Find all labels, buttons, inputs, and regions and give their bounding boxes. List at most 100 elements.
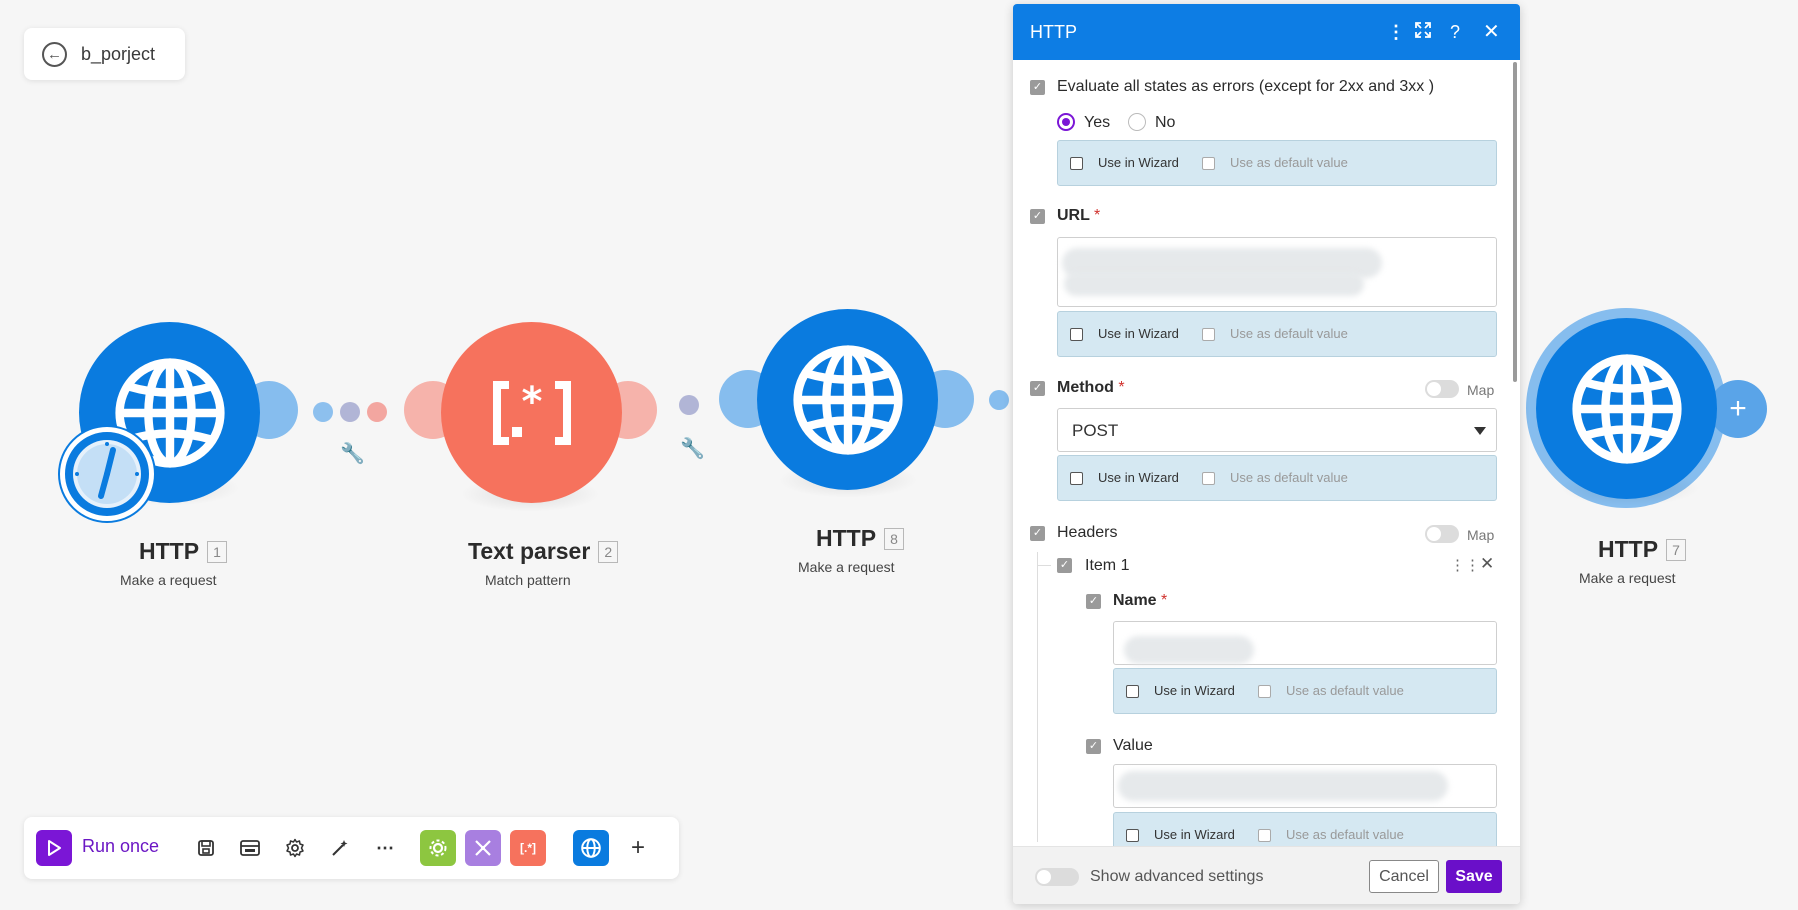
play-icon: [48, 840, 61, 856]
name-collapse-checkbox[interactable]: ✓: [1086, 594, 1101, 609]
header-value-input[interactable]: [1113, 764, 1497, 808]
module-2-text-parser[interactable]: *: [441, 322, 622, 503]
module-8-http[interactable]: [757, 309, 938, 490]
project-name: b_porject: [81, 43, 156, 64]
required-mark: *: [1118, 379, 1125, 396]
wrench-icon[interactable]: 🔧: [340, 441, 365, 466]
evaluate-label: Evaluate all states as errors (except fo…: [1057, 78, 1435, 95]
use-in-wizard-label: Use in Wizard: [1098, 326, 1179, 341]
url-input[interactable]: [1057, 237, 1497, 307]
save-icon[interactable]: [192, 834, 220, 862]
settings-gear-icon[interactable]: [281, 834, 309, 862]
more-options-icon[interactable]: ⋯: [371, 834, 399, 862]
method-map-toggle[interactable]: [1425, 380, 1459, 398]
add-plus-icon[interactable]: +: [624, 834, 652, 862]
url-collapse-checkbox[interactable]: ✓: [1030, 209, 1045, 224]
module-7-number: 7: [1666, 538, 1686, 561]
use-as-default-checkbox[interactable]: [1202, 157, 1215, 170]
svg-text:*: *: [521, 379, 542, 425]
module-2-subtitle: Match pattern: [485, 572, 571, 588]
use-in-wizard-checkbox[interactable]: [1070, 328, 1083, 341]
use-as-default-label: Use as default value: [1286, 827, 1404, 842]
run-once-button[interactable]: [36, 830, 72, 866]
use-in-wizard-checkbox[interactable]: [1126, 685, 1139, 698]
arrow-left-icon: ←: [42, 41, 67, 67]
link-dot: [679, 395, 699, 415]
module-1-title: HTTP 1: [139, 538, 227, 565]
flow-control-icon[interactable]: [465, 830, 501, 866]
yes-label: Yes: [1084, 114, 1111, 131]
tools-icon[interactable]: [420, 830, 456, 866]
item-1-collapse-checkbox[interactable]: ✓: [1057, 558, 1072, 573]
regex-icon: *: [492, 379, 571, 445]
panel-footer: Show advanced settings Cancel Save: [1013, 846, 1520, 904]
tree-branch: [1037, 565, 1051, 566]
link-dot: [313, 402, 333, 422]
link-dot: [367, 402, 387, 422]
use-as-default-checkbox[interactable]: [1258, 685, 1271, 698]
scheduling-icon[interactable]: [236, 834, 264, 862]
tree-line: [1037, 552, 1038, 842]
advanced-settings-toggle[interactable]: [1035, 868, 1079, 886]
module-7-title: HTTP 7: [1598, 536, 1686, 563]
value-label: Value: [1113, 737, 1153, 754]
use-in-wizard-label: Use in Wizard: [1154, 827, 1235, 842]
use-in-wizard-label: Use in Wizard: [1098, 155, 1179, 170]
expand-icon[interactable]: [1414, 21, 1432, 44]
text-parser-icon[interactable]: [.*]: [510, 830, 546, 866]
redacted-value: [1064, 272, 1364, 296]
use-as-default-checkbox[interactable]: [1202, 328, 1215, 341]
required-mark: *: [1094, 207, 1101, 224]
run-once-label[interactable]: Run once: [82, 836, 159, 857]
wizard-options-evaluate: Use in Wizard Use as default value: [1057, 140, 1497, 186]
item-1-label: Item 1: [1085, 557, 1130, 574]
drag-handle-icon[interactable]: ⋮⋮: [1450, 556, 1480, 574]
module-8-number: 8: [884, 527, 904, 550]
module-2-number: 2: [598, 540, 619, 563]
globe-icon: [792, 344, 903, 455]
headers-map-toggle[interactable]: [1425, 525, 1459, 543]
use-in-wizard-checkbox[interactable]: [1126, 829, 1139, 842]
use-as-default-checkbox[interactable]: [1202, 472, 1215, 485]
use-as-default-label: Use as default value: [1230, 470, 1348, 485]
module-7-http[interactable]: [1536, 318, 1717, 499]
http-globe-icon[interactable]: [573, 830, 609, 866]
project-back-button[interactable]: ← b_porject: [24, 28, 185, 80]
clock-schedule-icon[interactable]: [60, 427, 154, 521]
headers-label: Headers: [1057, 524, 1118, 541]
header-name-input[interactable]: [1113, 621, 1497, 665]
use-as-default-checkbox[interactable]: [1258, 829, 1271, 842]
yes-radio[interactable]: [1057, 113, 1075, 131]
remove-item-close-icon[interactable]: ✕: [1480, 554, 1494, 574]
module-8-subtitle: Make a request: [798, 559, 895, 575]
kebab-menu-icon[interactable]: ⋮: [1387, 21, 1405, 43]
headers-collapse-checkbox[interactable]: ✓: [1030, 526, 1045, 541]
chevron-down-icon: [1474, 427, 1486, 435]
magic-wand-icon[interactable]: [326, 834, 354, 862]
close-icon[interactable]: ✕: [1483, 21, 1500, 43]
wizard-options-name: Use in Wizard Use as default value: [1113, 668, 1497, 714]
cancel-button[interactable]: Cancel: [1369, 860, 1439, 893]
use-in-wizard-checkbox[interactable]: [1070, 472, 1083, 485]
link-dot: [989, 390, 1009, 410]
redacted-value: [1118, 771, 1448, 801]
method-collapse-checkbox[interactable]: ✓: [1030, 381, 1045, 396]
wrench-icon[interactable]: 🔧: [680, 436, 705, 461]
method-label: Method *: [1057, 379, 1125, 396]
scrollbar[interactable]: [1513, 62, 1517, 382]
use-as-default-label: Use as default value: [1286, 683, 1404, 698]
module-2-title: Text parser 2: [468, 538, 619, 565]
module-1-number: 1: [207, 540, 227, 563]
no-radio[interactable]: [1128, 113, 1146, 131]
value-collapse-checkbox[interactable]: ✓: [1086, 739, 1101, 754]
use-in-wizard-label: Use in Wizard: [1098, 470, 1179, 485]
use-in-wizard-checkbox[interactable]: [1070, 157, 1083, 170]
evaluate-collapse-checkbox[interactable]: ✓: [1030, 80, 1045, 95]
method-select[interactable]: POST: [1057, 408, 1497, 452]
add-module-plus-icon[interactable]: +: [1709, 380, 1767, 438]
help-icon[interactable]: ?: [1450, 21, 1460, 43]
module-7-subtitle: Make a request: [1579, 570, 1676, 586]
save-button[interactable]: Save: [1446, 860, 1502, 893]
http-module-settings-panel: HTTP ⋮ ? ✕ ✓ Evaluate all states as erro…: [1013, 4, 1520, 904]
redacted-value: [1124, 636, 1254, 664]
